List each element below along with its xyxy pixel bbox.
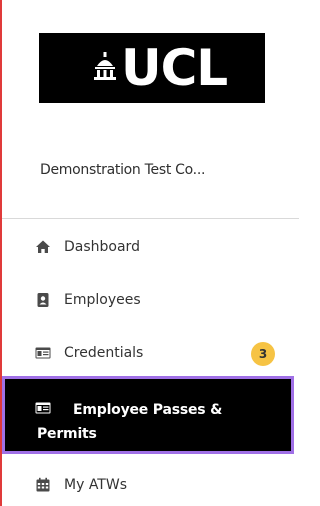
sidebar-item-employee-passes-permits[interactable]: Employee Passes & Permits (2, 376, 294, 454)
sidebar-item-label: Dashboard (64, 239, 140, 255)
company-name[interactable]: Demonstration Test Co... (40, 162, 205, 178)
home-icon (35, 239, 51, 255)
sidebar-divider (2, 218, 299, 219)
id-badge-icon (35, 292, 51, 308)
sidebar-item-label: Credentials (64, 345, 144, 361)
credentials-count-badge: 3 (251, 342, 275, 366)
portico-dome-icon (94, 52, 116, 80)
sidebar-item-my-atws[interactable]: My ATWs (2, 467, 299, 503)
calendar-icon (35, 477, 51, 493)
sidebar-item-credentials[interactable]: Credentials 3 (2, 335, 299, 371)
logo-text: UCL (121, 39, 228, 97)
sidebar-item-dashboard[interactable]: Dashboard (2, 229, 299, 265)
ucl-logo[interactable]: UCL (39, 33, 265, 103)
sidebar-item-employees[interactable]: Employees (2, 282, 299, 318)
id-card-icon (35, 345, 51, 361)
sidebar-item-label: Employee Passes & Permits (37, 402, 223, 442)
sidebar-item-label: My ATWs (64, 477, 127, 493)
sidebar-item-label: Employees (64, 292, 141, 308)
